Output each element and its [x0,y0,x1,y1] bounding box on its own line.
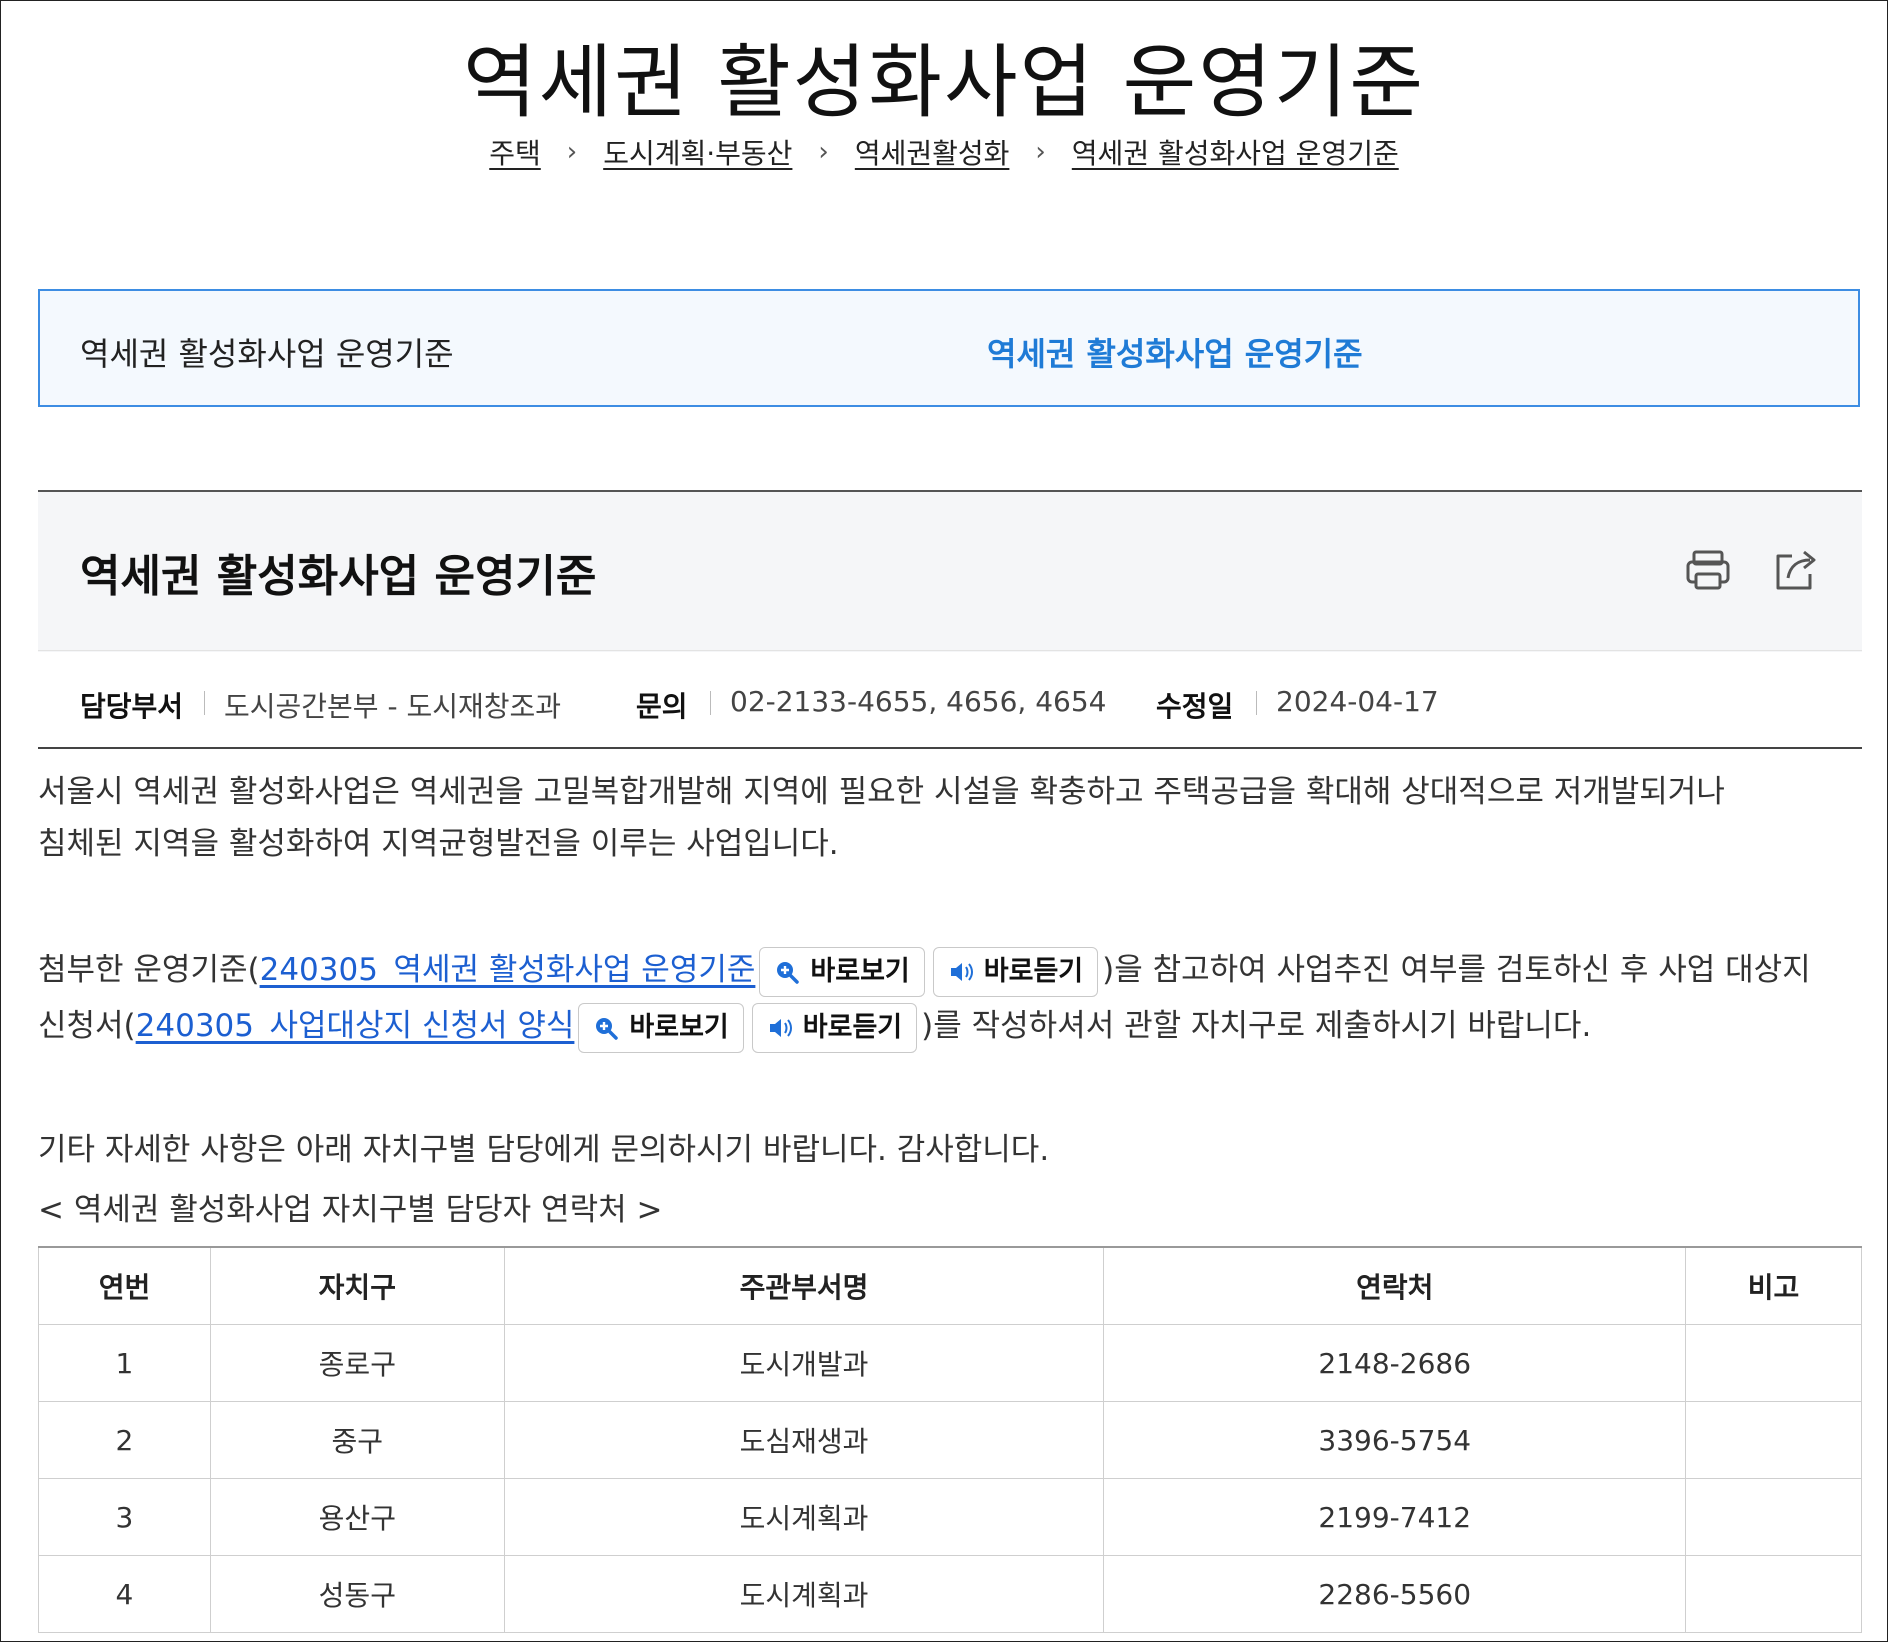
share-icon [1776,550,1816,590]
breadcrumb-item-urban-planning[interactable]: 도시계획·부동산 [603,132,792,172]
attach-prefix: 첨부한 운영기준( [38,952,260,988]
magnifier-icon [596,1017,619,1040]
article-title: 역세권 활성화사업 운영기준 [80,551,597,602]
table-cell: 종로구 [209,1324,505,1402]
contact-value: 02-2133-4655, 4656, 4654 [730,685,1107,718]
speaker-icon [950,962,973,981]
contact-label: 문의 [636,690,688,723]
dept-label: 담당부서 [80,690,184,723]
table-cell: 용산구 [209,1478,505,1556]
breadcrumb: 주택 › 도시계획·부동산 › 역세권활성화 › 역세권 활성화사업 운영기준 [0,132,1888,172]
article-meta: 담당부서 도시공간본부 - 도시재창조과 문의 02-2133-4655, 46… [38,650,1862,749]
share-button[interactable] [1770,544,1822,596]
dept-value: 도시공간본부 - 도시재창조과 [224,690,562,723]
table-cell: 중구 [209,1401,505,1479]
table-cell: 2199-7412 [1103,1478,1687,1556]
listen-button-label: 바로듣기 [983,955,1084,987]
column-header: 자치구 [209,1246,505,1325]
notice-link[interactable]: 역세권 활성화사업 운영기준 [987,329,1363,375]
table-row: 3 용산구 도시계획과 2199-7412 [38,1478,1862,1556]
table-cell: 2286-5560 [1103,1555,1687,1633]
meta-divider [710,691,711,715]
table-cell: 2148-2686 [1103,1324,1687,1402]
attachment-paragraph: 첨부한 운영기준(240305_역세권 활성화사업 운영기준 바로보기 바로듣기)을… [38,942,1868,1054]
column-header: 연번 [38,1246,211,1325]
article-header: 역세권 활성화사업 운영기준 [38,490,1862,652]
table-cell [1685,1478,1862,1556]
attachment-link-guideline[interactable]: 240305_역세권 활성화사업 운영기준 [260,952,756,988]
chevron-right-icon: › [1035,137,1046,167]
closing-text: 기타 자세한 사항은 아래 자치구별 담당에게 문의하시기 바랍니다. 감사합니… [38,1132,1050,1168]
column-header: 주관부서명 [503,1246,1105,1325]
intro-line-2: 침체된 지역을 활성화하여 지역균형발전을 이루는 사업입니다. [38,826,839,862]
breadcrumb-item-housing[interactable]: 주택 [489,132,541,172]
magnifier-icon [777,961,800,984]
table-cell: 1 [38,1324,211,1402]
page-title: 역세권 활성화사업 운영기준 [462,36,1426,129]
table-row: 4 성동구 도시계획과 2286-5560 [38,1555,1862,1633]
column-header: 연락처 [1103,1246,1687,1325]
listen-button-label: 바로듣기 [802,1011,903,1043]
table-cell: 도심재생과 [503,1401,1105,1479]
column-header: 비고 [1685,1246,1862,1325]
notice-box: 역세권 활성화사업 운영기준 역세권 활성화사업 운영기준 [38,289,1860,407]
view-button-label: 바로보기 [810,955,910,987]
table-cell: 도시개발과 [503,1324,1105,1402]
table-cell [1685,1555,1862,1633]
table-cell [1685,1324,1862,1402]
chevron-right-icon: › [818,137,829,167]
modified-label: 수정일 [1156,690,1234,723]
breadcrumb-item-station-area[interactable]: 역세권활성화 [855,132,1010,172]
listen-button[interactable]: 바로듣기 [932,946,1099,997]
meta-divider [204,691,205,715]
table-row: 1 종로구 도시개발과 2148-2686 [38,1324,1862,1402]
view-button[interactable]: 바로보기 [578,1002,744,1053]
attachment-link-application-form[interactable]: 240305_사업대상지 신청서 양식 [136,1008,575,1044]
table-cell: 3 [38,1478,211,1556]
intro-line-1: 서울시 역세권 활성화사업은 역세권을 고밀복합개발해 지역에 필요한 시설을 … [38,774,1725,810]
table-cell: 도시계획과 [503,1555,1105,1633]
attach-middle: )을 참고하여 사업추진 여부를 검토하신 후 사업 대상지 [1102,952,1811,988]
chevron-right-icon: › [566,137,578,167]
view-button[interactable]: 바로보기 [759,946,925,997]
table-row: 2 중구 도심재생과 3396-5754 [38,1401,1862,1479]
view-button-label: 바로보기 [629,1011,729,1043]
meta-divider [1256,691,1257,715]
listen-button[interactable]: 바로듣기 [751,1002,918,1053]
contacts-table: 연번 자치구 주관부서명 연락처 비고 1 종로구 도시개발과 2148-268… [38,1246,1862,1633]
table-cell: 성동구 [209,1555,505,1633]
printer-icon [1686,550,1730,590]
notice-label: 역세권 활성화사업 운영기준 [80,335,454,373]
table-cell: 도시계획과 [503,1478,1105,1556]
breadcrumb-item-current[interactable]: 역세권 활성화사업 운영기준 [1072,132,1399,172]
modified-value: 2024-04-17 [1276,685,1439,718]
print-button[interactable] [1682,544,1734,596]
table-cell: 4 [38,1555,211,1633]
table-cell [1685,1401,1862,1479]
attach-suffix: )를 작성하셔서 관할 자치구로 제출하시기 바랍니다. [921,1008,1592,1044]
table-header-row: 연번 자치구 주관부서명 연락처 비고 [38,1246,1862,1325]
table-cell: 3396-5754 [1103,1401,1687,1479]
table-cell: 2 [38,1401,211,1479]
intro-paragraph: 서울시 역세권 활성화사업은 역세권을 고밀복합개발해 지역에 필요한 시설을 … [38,766,1725,870]
attach-line2-prefix: 신청서( [38,1008,136,1044]
speaker-icon [769,1018,792,1037]
table-caption: < 역세권 활성화사업 자치구별 담당자 연락처 > [38,1192,663,1228]
